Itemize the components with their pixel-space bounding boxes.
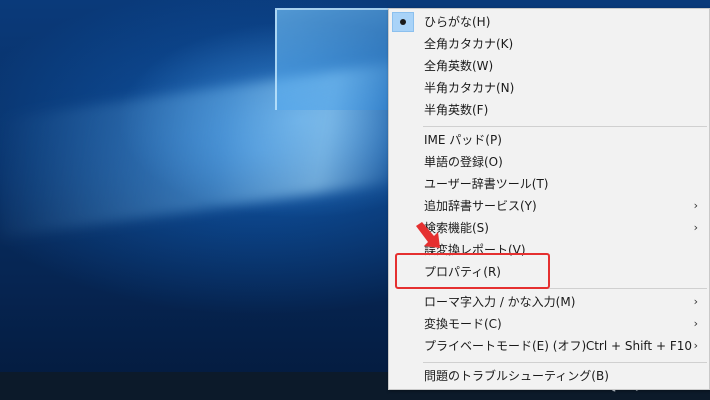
menu-item-word-registration[interactable]: 単語の登録(O) — [390, 151, 708, 173]
radio-dot-icon — [400, 19, 406, 25]
menu-item-label: IME パッド(P) — [424, 133, 502, 147]
wallpaper-window-logo — [275, 8, 392, 110]
chevron-right-icon: › — [693, 221, 698, 234]
menu-item-fullwidth-katakana[interactable]: 全角カタカナ(K) — [390, 33, 708, 55]
menu-item-label: 全角英数(W) — [424, 59, 494, 73]
menu-separator — [423, 126, 707, 127]
chevron-right-icon: › — [693, 339, 698, 352]
highlight-box — [395, 253, 550, 289]
checked-indicator — [392, 12, 414, 32]
chevron-right-icon: › — [693, 199, 698, 212]
menu-item-hiragana[interactable]: ひらがな(H) — [390, 11, 708, 33]
chevron-right-icon: › — [693, 317, 698, 330]
menu-item-troubleshooting[interactable]: 問題のトラブルシューティング(B) — [390, 365, 708, 387]
menu-item-halfwidth-alphanumeric[interactable]: 半角英数(F) — [390, 99, 708, 121]
menu-item-label: 全角カタカナ(K) — [424, 37, 514, 51]
menu-item-ime-pad[interactable]: IME パッド(P) — [390, 129, 708, 151]
menu-item-halfwidth-katakana[interactable]: 半角カタカナ(N) — [390, 77, 708, 99]
red-arrow-icon — [416, 222, 440, 248]
menu-item-additional-dictionary-service[interactable]: 追加辞書サービス(Y) › — [390, 195, 708, 217]
menu-item-label: 追加辞書サービス(Y) — [424, 199, 537, 213]
menu-item-shortcut: Ctrl + Shift + F10 — [585, 339, 692, 353]
menu-item-label: ローマ字入力 / かな入力(M) — [424, 295, 576, 309]
menu-item-label: ひらがな(H) — [424, 15, 491, 29]
menu-item-private-mode[interactable]: プライベートモード(E) (オフ) Ctrl + Shift + F10 › — [390, 335, 708, 357]
menu-item-label: 半角英数(F) — [424, 103, 489, 117]
ime-context-menu: ひらがな(H) 全角カタカナ(K) 全角英数(W) 半角カタカナ(N) 半角英数… — [388, 8, 710, 390]
menu-item-conversion-mode[interactable]: 変換モード(C) › — [390, 313, 708, 335]
menu-item-label: 半角カタカナ(N) — [424, 81, 515, 95]
menu-item-romaji-kana-input[interactable]: ローマ字入力 / かな入力(M) › — [390, 291, 708, 313]
menu-item-fullwidth-alphanumeric[interactable]: 全角英数(W) — [390, 55, 708, 77]
menu-item-label: 問題のトラブルシューティング(B) — [424, 369, 609, 383]
menu-item-label: ユーザー辞書ツール(T) — [424, 177, 549, 191]
chevron-right-icon: › — [693, 295, 698, 308]
menu-item-label: 変換モード(C) — [424, 317, 502, 331]
menu-item-user-dictionary-tool[interactable]: ユーザー辞書ツール(T) — [390, 173, 708, 195]
menu-item-label: プライベートモード(E) (オフ) — [424, 339, 587, 353]
menu-item-label: 単語の登録(O) — [424, 155, 503, 169]
menu-separator — [423, 362, 707, 363]
